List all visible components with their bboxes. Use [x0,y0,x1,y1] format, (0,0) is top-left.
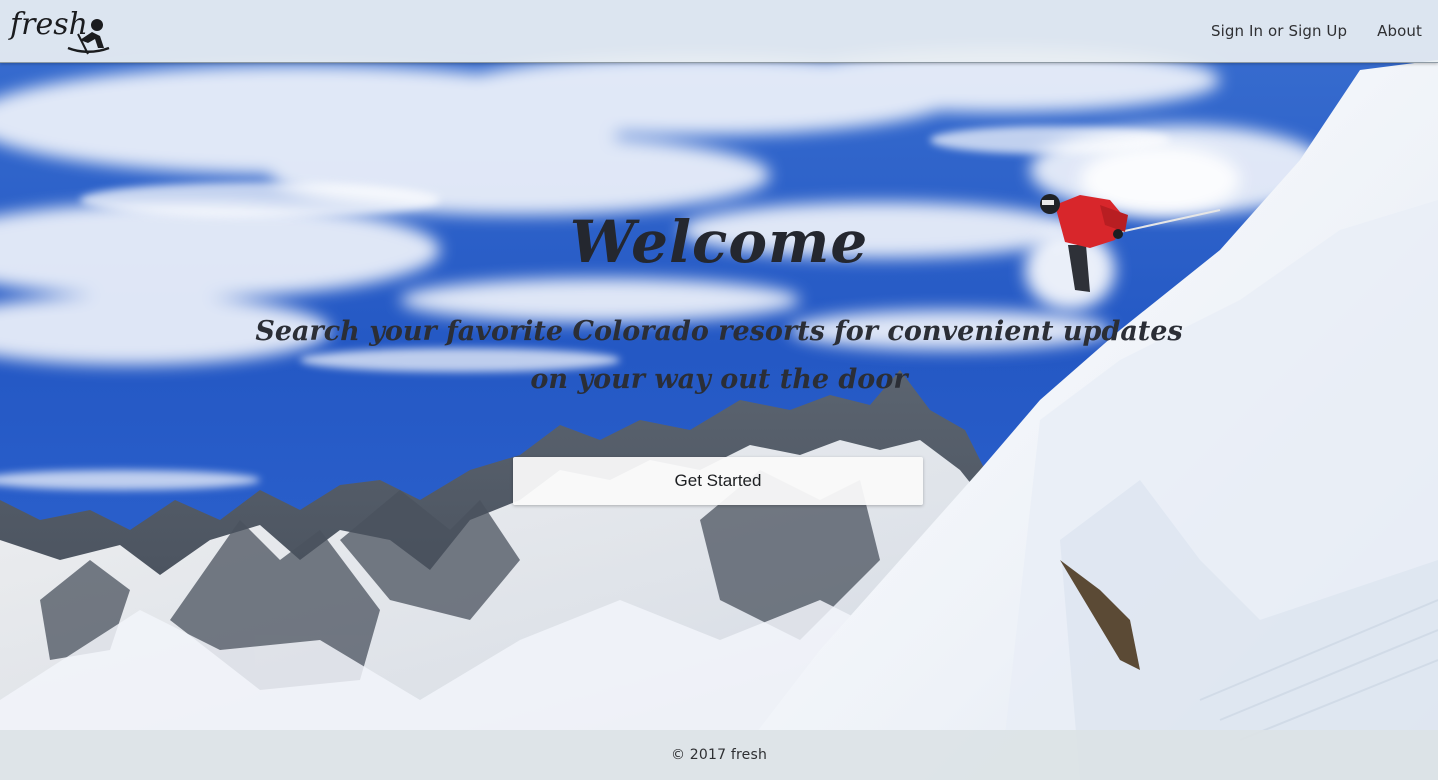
footer: © 2017 fresh [0,730,1438,780]
logo-text: fresh [8,7,88,42]
nav-signin-signup[interactable]: Sign In or Sign Up [1196,22,1362,40]
get-started-button[interactable]: Get Started [513,457,923,505]
nav-about[interactable]: About [1362,22,1438,40]
navbar: fresh Sign In or Sign Up About [0,0,1438,63]
hero-subtitle: Search your favorite Colorado resorts fo… [255,316,1183,395]
nav-links: Sign In or Sign Up About [1196,0,1438,62]
footer-copyright: © 2017 fresh [670,747,768,763]
logo[interactable]: fresh [8,4,112,58]
hero-title: Welcome [569,208,869,276]
